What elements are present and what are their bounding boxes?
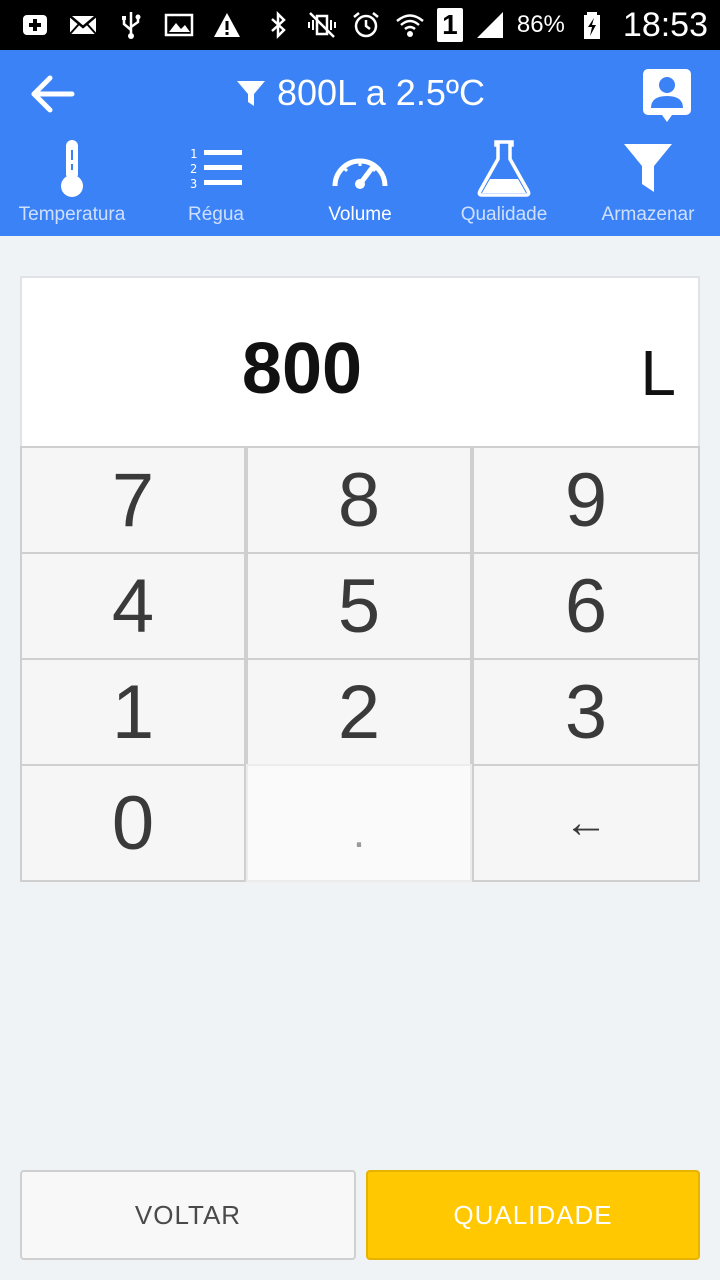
sim-indicator: 1 bbox=[436, 8, 463, 42]
svg-text:3: 3 bbox=[190, 177, 197, 190]
funnel-icon bbox=[237, 81, 266, 106]
key-4[interactable]: 4 bbox=[20, 552, 246, 660]
signal-icon bbox=[473, 8, 507, 42]
warning-icon bbox=[210, 8, 244, 42]
app-bar: 800L a 2.5ºC Temperatura 1 2 3 Régua Vol… bbox=[0, 50, 720, 236]
volume-display: 800 L bbox=[20, 276, 700, 447]
alarm-icon bbox=[349, 8, 383, 42]
tab-volume[interactable]: Volume bbox=[288, 138, 432, 236]
battery-percent: 86% bbox=[516, 11, 565, 38]
usb-icon bbox=[114, 8, 148, 42]
wifi-icon bbox=[393, 8, 427, 42]
key-decimal[interactable]: . bbox=[246, 764, 472, 882]
key-1[interactable]: 1 bbox=[20, 658, 246, 766]
key-7[interactable]: 7 bbox=[20, 446, 246, 554]
tab-armazenar[interactable]: Armazenar bbox=[576, 138, 720, 236]
image-icon bbox=[162, 8, 196, 42]
vibrate-mute-icon bbox=[305, 8, 339, 42]
plus-box-icon bbox=[18, 8, 52, 42]
mail-icon bbox=[66, 8, 100, 42]
clock: 18:53 bbox=[622, 5, 708, 44]
volume-unit: L bbox=[640, 337, 676, 409]
key-0[interactable]: 0 bbox=[20, 764, 246, 882]
key-backspace[interactable]: ← bbox=[472, 764, 700, 882]
flask-icon bbox=[472, 138, 536, 198]
page-title: 800L a 2.5ºC bbox=[0, 68, 720, 118]
voltar-button[interactable]: VOLTAR bbox=[20, 1170, 356, 1260]
key-9[interactable]: 9 bbox=[472, 446, 700, 554]
user-icon bbox=[643, 69, 691, 122]
key-3[interactable]: 3 bbox=[472, 658, 700, 766]
qualidade-button[interactable]: QUALIDADE bbox=[366, 1170, 700, 1260]
thermometer-icon bbox=[40, 138, 104, 198]
key-5[interactable]: 5 bbox=[246, 552, 472, 660]
key-2[interactable]: 2 bbox=[246, 658, 472, 766]
gauge-icon bbox=[328, 138, 392, 198]
tab-qualidade[interactable]: Qualidade bbox=[432, 138, 576, 236]
key-6[interactable]: 6 bbox=[472, 552, 700, 660]
bluetooth-icon bbox=[261, 8, 295, 42]
step-tabs: Temperatura 1 2 3 Régua Volume Qualidade… bbox=[0, 138, 720, 236]
svg-text:2: 2 bbox=[190, 162, 197, 176]
page-title-text: 800L a 2.5ºC bbox=[277, 72, 485, 113]
tab-temperatura[interactable]: Temperatura bbox=[0, 138, 144, 236]
numbered-list-icon: 1 2 3 bbox=[184, 138, 248, 198]
funnel-icon bbox=[616, 138, 680, 198]
profile-button[interactable] bbox=[642, 68, 692, 124]
svg-text:1: 1 bbox=[190, 147, 197, 161]
battery-charging-icon bbox=[575, 8, 609, 42]
numeric-keypad: 7 8 9 4 5 6 1 2 3 0 . ← bbox=[20, 446, 700, 882]
key-8[interactable]: 8 bbox=[246, 446, 472, 554]
tab-regua[interactable]: 1 2 3 Régua bbox=[144, 138, 288, 236]
status-bar: 1 86% 18:53 bbox=[0, 0, 720, 50]
volume-value: 800 bbox=[241, 329, 363, 409]
